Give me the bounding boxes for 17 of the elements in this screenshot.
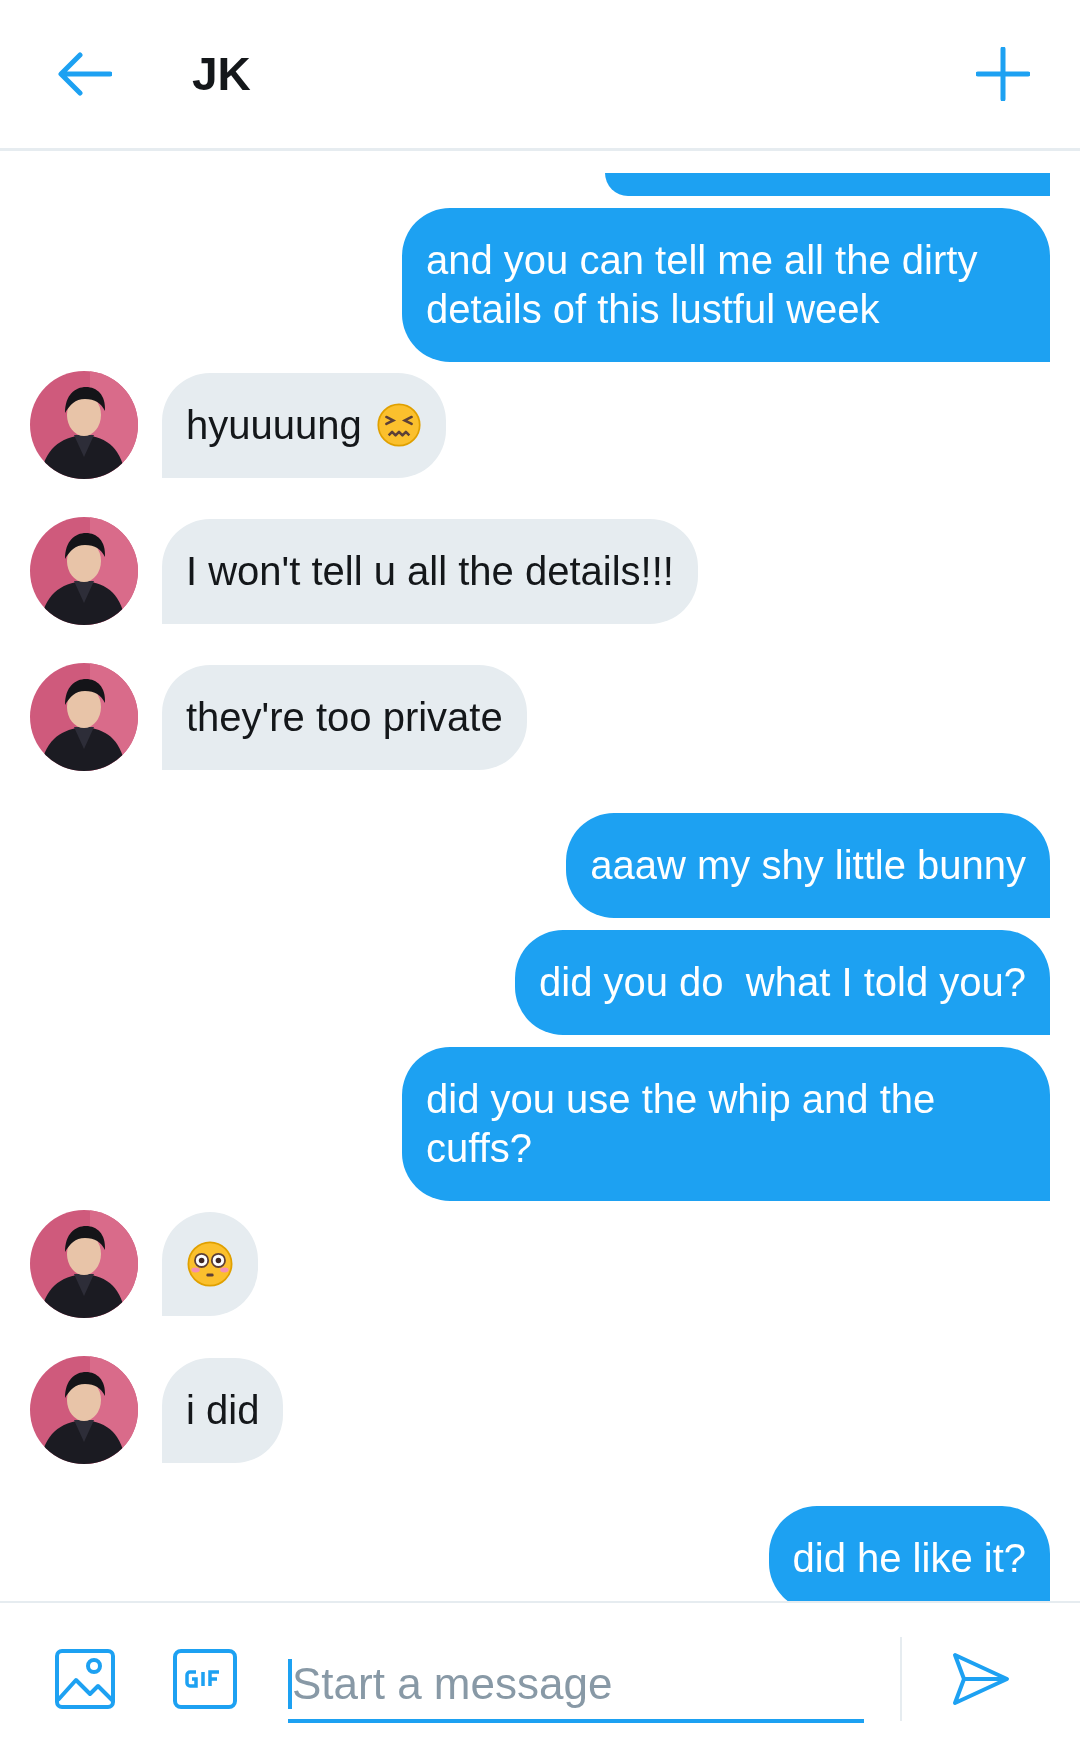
message-text: did you do what I told you? (539, 959, 1026, 1006)
confounded-face-icon (375, 402, 422, 448)
message-text: did he like it? (792, 1535, 1026, 1582)
message-text: aaaw my shy little bunny (590, 842, 1026, 889)
flushed-face-icon (186, 1240, 234, 1288)
message-text: and you can tell me all the dirty details of this lustful week (426, 237, 979, 333)
conversation-title: JK (192, 47, 252, 101)
message-text: I won't tell u all the details!!! (186, 547, 674, 595)
gif-icon[interactable] (172, 1648, 238, 1710)
message-text: i did (186, 1386, 260, 1434)
message-text: hyuuuung (186, 401, 362, 449)
send-icon[interactable] (952, 1652, 1010, 1706)
message-text: did you use the whip and the cuffs? (426, 1076, 937, 1172)
plus-icon[interactable] (976, 47, 1030, 101)
image-icon[interactable] (54, 1648, 116, 1710)
message-text: they're too private (186, 693, 503, 741)
back-icon[interactable] (58, 52, 112, 96)
